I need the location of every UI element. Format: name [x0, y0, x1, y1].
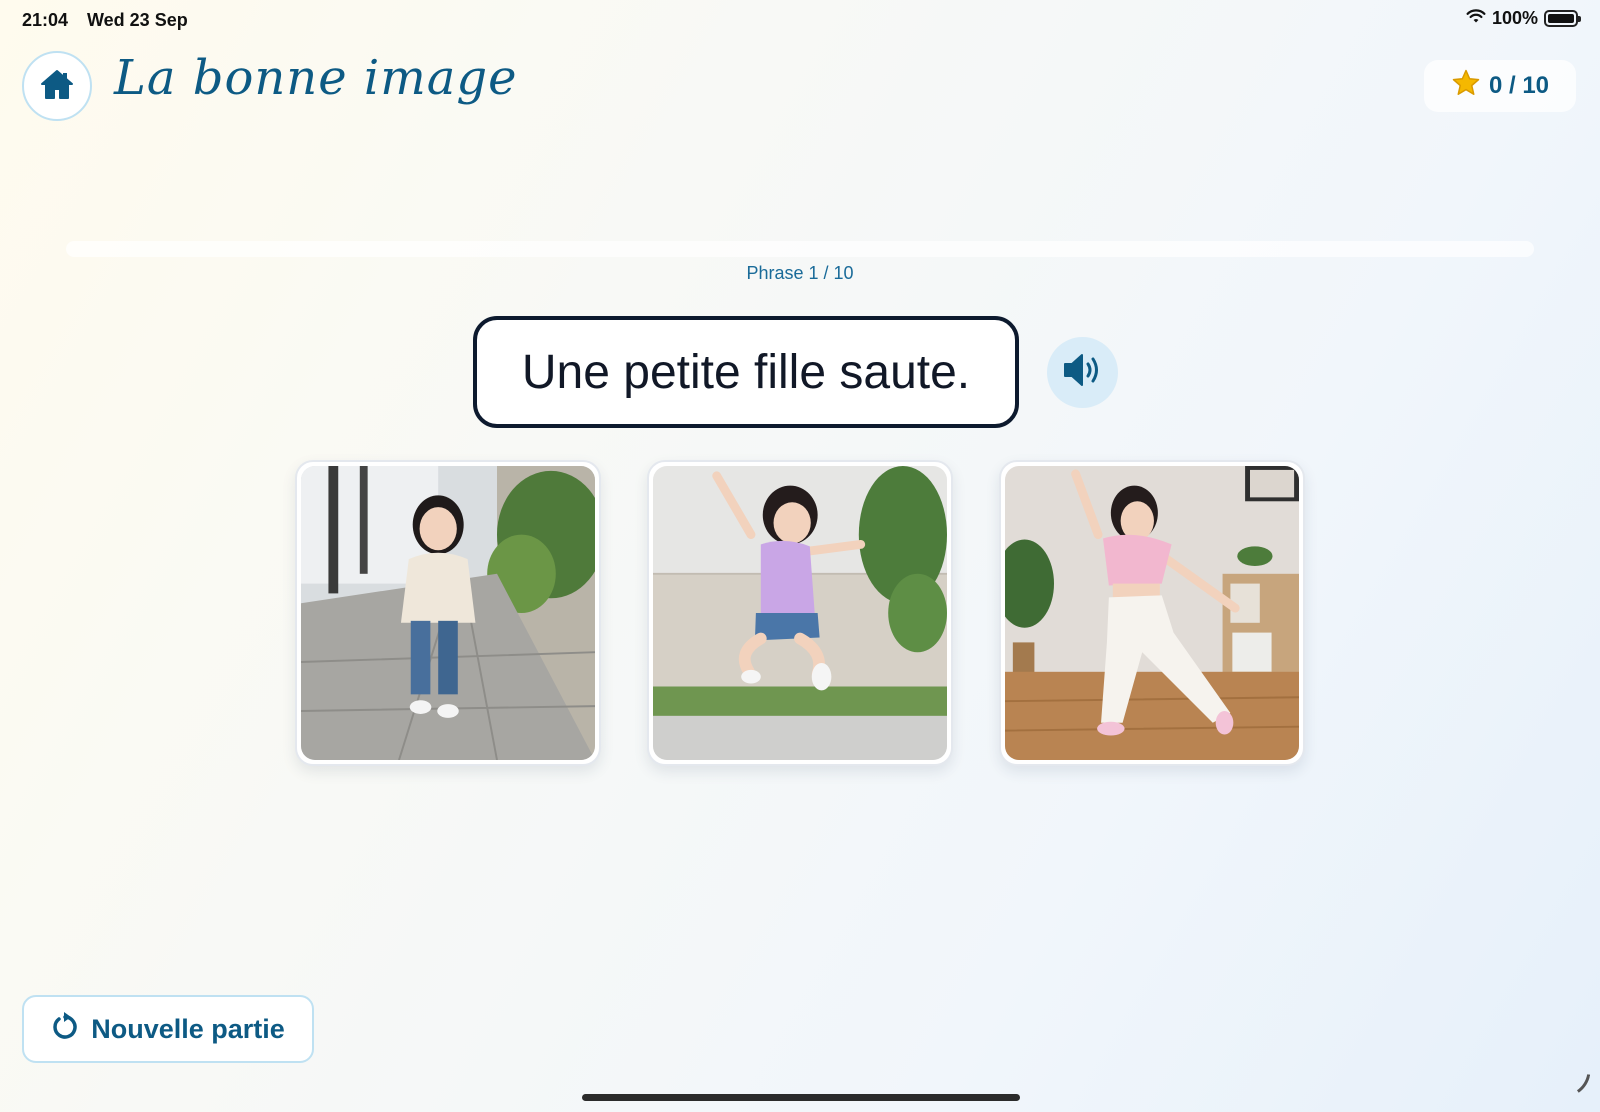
status-indicators: 100%: [1466, 8, 1581, 29]
home-indicator[interactable]: [582, 1094, 1020, 1101]
progress-bar: [66, 241, 1534, 257]
image-card-3[interactable]: [999, 460, 1305, 766]
girl-jumping-image: [653, 466, 947, 760]
new-game-label: Nouvelle partie: [91, 1013, 285, 1044]
phrase-counter: Phrase 1 / 10: [746, 263, 854, 283]
score-value: 0 / 10: [1488, 72, 1550, 99]
score-badge: 0 / 10: [1424, 60, 1576, 112]
image-card-1[interactable]: [295, 460, 601, 766]
audio-button[interactable]: [1047, 337, 1118, 408]
app-title: La bonne image: [114, 50, 518, 106]
image-card-2[interactable]: [647, 460, 953, 766]
home-button[interactable]: [22, 51, 92, 121]
girl-dancing-image: [1005, 466, 1299, 760]
sentence-box: Une petite fille saute.: [473, 316, 1019, 428]
battery-icon: [1544, 10, 1581, 27]
girl-walking-image: [301, 466, 595, 760]
speaker-icon: [1061, 352, 1105, 393]
status-time: 21:04: [22, 10, 69, 30]
corner-gesture-indicator: [1557, 1069, 1591, 1103]
wifi-icon: [1466, 8, 1486, 29]
status-date: Wed 23 Sep: [87, 10, 188, 30]
new-game-button[interactable]: Nouvelle partie: [22, 995, 314, 1063]
home-icon: [40, 68, 74, 105]
battery-percent: 100%: [1491, 8, 1538, 28]
restart-icon: [51, 1011, 79, 1048]
star-icon: [1451, 68, 1481, 105]
sentence-text: Une petite fille saute.: [521, 345, 971, 399]
